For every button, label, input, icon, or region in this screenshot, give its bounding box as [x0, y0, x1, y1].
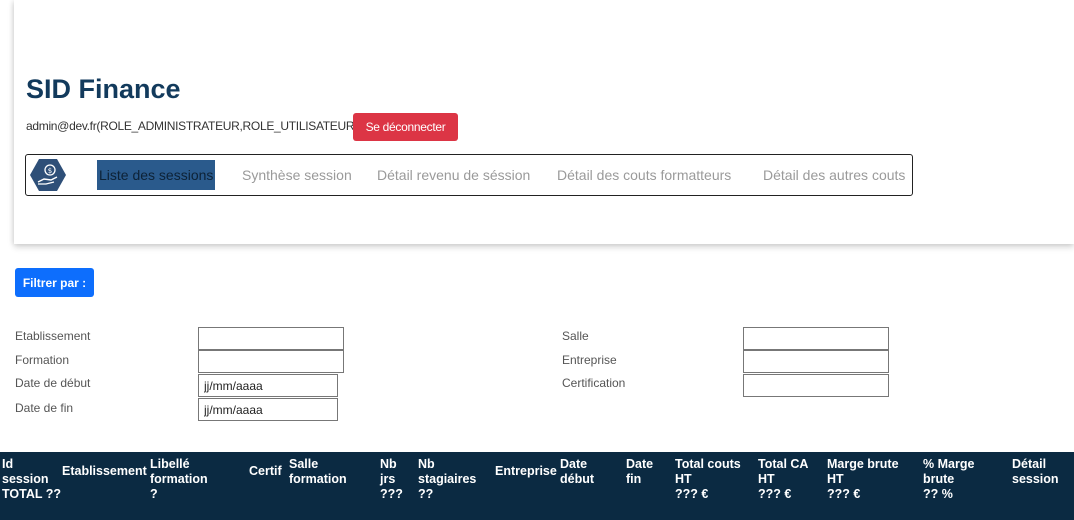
col-certif[interactable]: Certif	[249, 464, 282, 479]
tab-synthese-session[interactable]: Synthèse session	[242, 160, 352, 190]
col-nb-stagiaires[interactable]: Nb stagiaires??	[418, 457, 476, 502]
filter-button[interactable]: Filtrer par :	[15, 268, 94, 297]
col-salle-formation[interactable]: Salle formation	[289, 457, 347, 487]
date-fin-input[interactable]	[198, 398, 338, 421]
filter-label-salle: Salle	[562, 329, 589, 343]
svg-text:$: $	[48, 167, 52, 175]
sessions-table-header: Id session TOTAL ?? Etablissement Libellé f…	[0, 452, 1074, 520]
col-libelle-formation[interactable]: Libellé formation?	[150, 457, 208, 502]
user-info: admin@dev.fr(ROLE_ADMINISTRATEUR,ROLE_UT…	[26, 119, 358, 133]
filter-label-etablissement: Etablissement	[15, 329, 91, 343]
certification-input[interactable]	[743, 374, 889, 397]
tab-liste-des-sessions[interactable]: Liste des sessions	[97, 160, 216, 190]
etablissement-input[interactable]	[198, 327, 344, 350]
col-date-debut[interactable]: Date début	[560, 457, 594, 487]
col-detail-session[interactable]: Détail session	[1012, 457, 1059, 487]
nav-bar: $ Liste des sessions Synthèse session Dé…	[25, 154, 913, 196]
page-title: SID Finance	[26, 74, 181, 104]
entreprise-input[interactable]	[743, 350, 889, 373]
filter-label-formation: Formation	[15, 353, 70, 367]
tab-detail-revenu[interactable]: Détail revenu de séssion	[377, 160, 530, 190]
tab-detail-couts-formatteurs[interactable]: Détail des couts formatteurs	[557, 160, 731, 190]
filter-label-entreprise: Entreprise	[562, 353, 617, 367]
money-hand-icon[interactable]: $	[29, 158, 67, 192]
col-id-session[interactable]: Id session TOTAL ??	[2, 457, 61, 502]
filter-label-certification: Certification	[562, 376, 626, 390]
col-total-couts-ht[interactable]: Total couts HT??? €	[675, 457, 741, 502]
col-pct-marge-brute[interactable]: % Marge brute?? %	[923, 457, 974, 502]
filter-label-date-fin: Date de fin	[15, 401, 74, 415]
logout-button[interactable]: Se déconnecter	[353, 113, 458, 141]
formation-input[interactable]	[198, 350, 344, 373]
col-nb-jrs[interactable]: Nb jrs???	[380, 457, 403, 502]
date-debut-input[interactable]	[198, 374, 338, 397]
col-entreprise[interactable]: Entreprise	[495, 464, 557, 479]
col-etablissement[interactable]: Etablissement	[62, 464, 147, 479]
filter-label-date-debut: Date de début	[15, 376, 91, 390]
col-marge-brute-ht[interactable]: Marge brute HT??? €	[827, 457, 899, 502]
col-date-fin[interactable]: Date fin	[626, 457, 653, 487]
tab-detail-autres-couts[interactable]: Détail des autres couts	[763, 160, 905, 190]
salle-input[interactable]	[743, 327, 889, 350]
col-total-ca-ht[interactable]: Total CA HT??? €	[758, 457, 808, 502]
